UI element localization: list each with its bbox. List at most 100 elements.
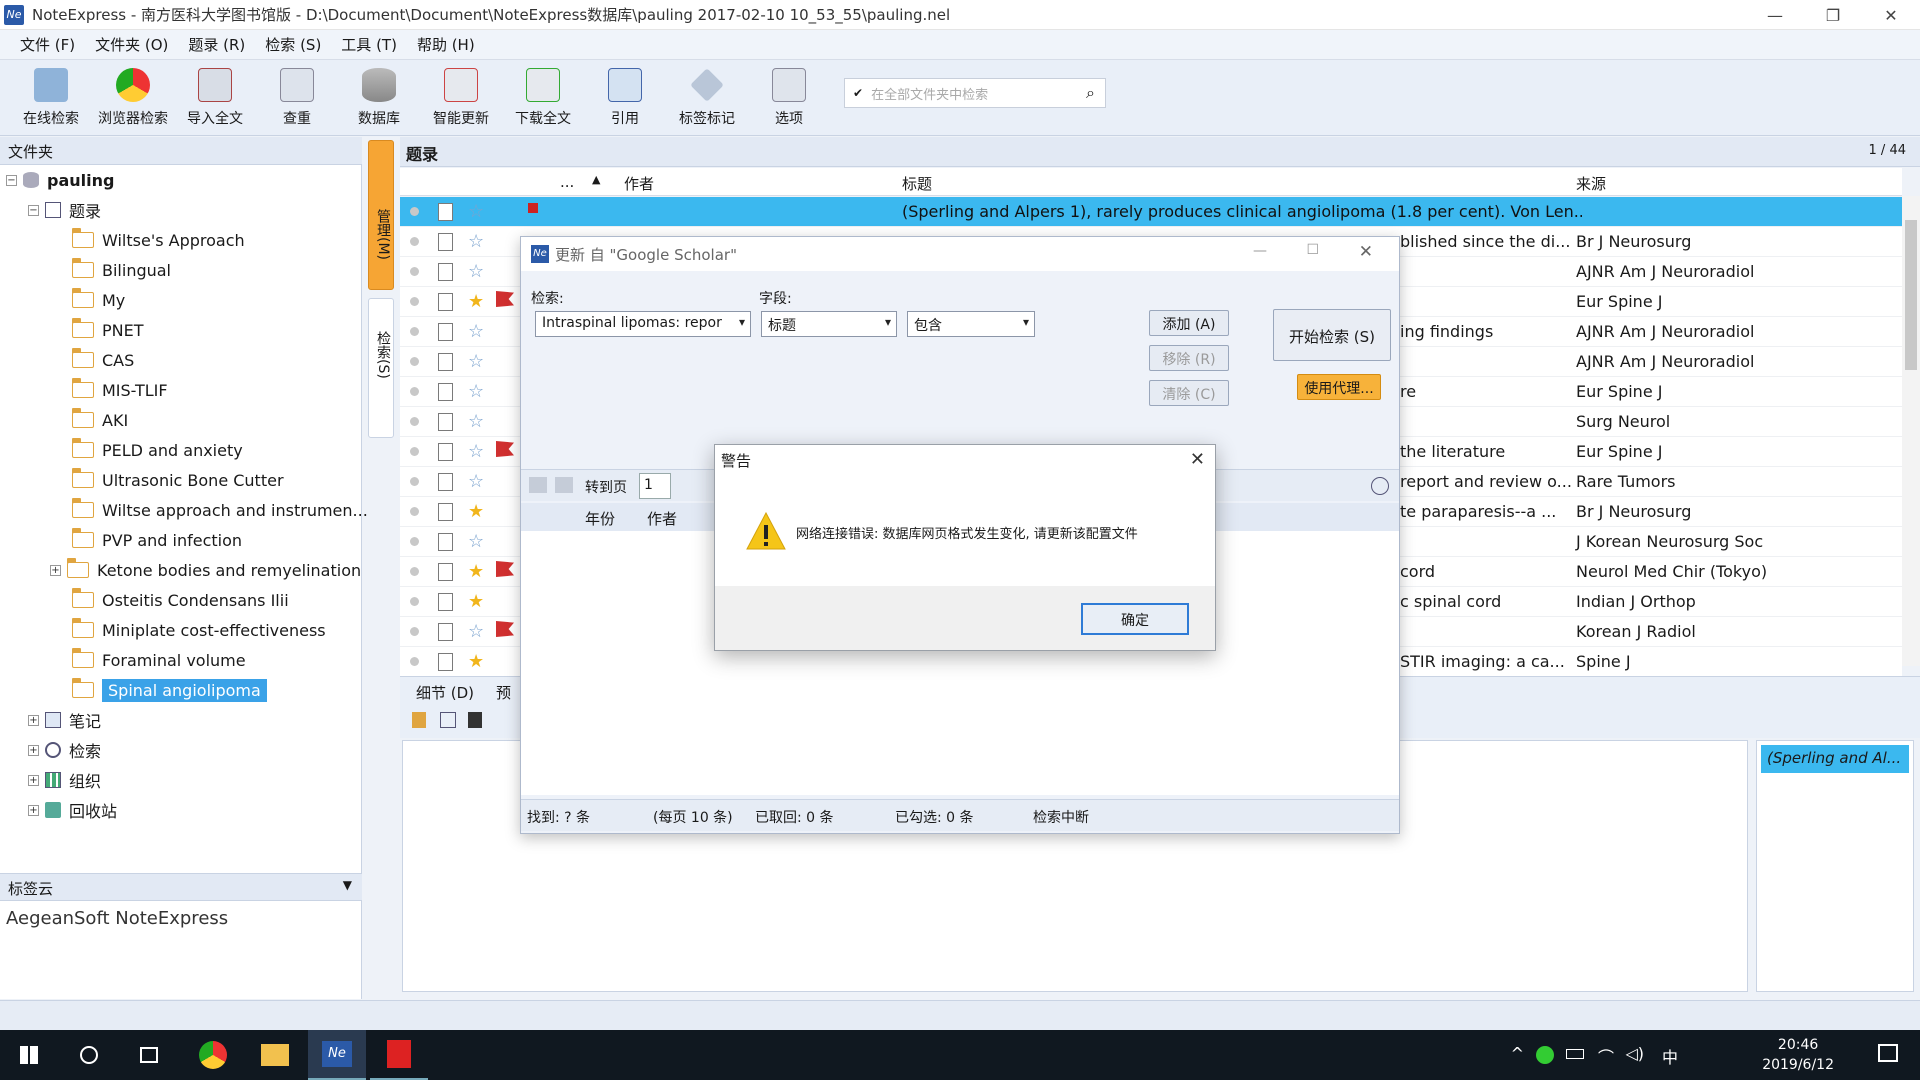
sort-asc-icon[interactable]: ▲ <box>592 173 600 186</box>
search-term-combo[interactable]: Intraspinal lipomas: repor <box>535 311 751 337</box>
pdf-taskbar-button[interactable] <box>370 1030 428 1080</box>
add-button[interactable]: 添加 (A) <box>1149 310 1229 336</box>
star-icon[interactable]: ☆ <box>468 351 484 372</box>
close-button[interactable]: ✕ <box>1862 0 1920 30</box>
start-button[interactable] <box>0 1030 58 1080</box>
star-icon[interactable]: ☆ <box>468 231 484 252</box>
menu-folder[interactable]: 文件夹 (O) <box>85 34 178 55</box>
explorer-taskbar-button[interactable] <box>246 1030 304 1080</box>
edit-icon[interactable] <box>440 712 456 728</box>
tree-folder[interactable]: Bilingual <box>72 256 171 284</box>
dedupe-button[interactable]: 查重 <box>256 60 338 134</box>
start-search-button[interactable]: 开始检索 (S) <box>1273 309 1391 361</box>
star-icon[interactable]: ☆ <box>468 261 484 282</box>
tag-cloud[interactable]: AegeanSoft NoteExpress <box>6 908 228 929</box>
menu-search[interactable]: 检索 (S) <box>255 34 331 55</box>
tree-folder[interactable]: My <box>72 286 125 314</box>
tree-folder[interactable]: Osteitis Condensans Ilii <box>72 586 289 614</box>
prev-page-icon[interactable] <box>529 477 547 493</box>
star-icon[interactable]: ★ <box>468 651 484 672</box>
table-row-selected[interactable]: ☆ (Sperling and Alpers 1), rarely produc… <box>400 197 1902 227</box>
tree-search-node[interactable]: + 检索 <box>28 736 101 764</box>
goto-page-input[interactable]: 1 <box>639 473 671 499</box>
star-icon[interactable]: ☆ <box>468 621 484 642</box>
book-icon[interactable] <box>468 712 482 728</box>
expand-icon[interactable]: + <box>28 744 39 756</box>
tag-mark-button[interactable]: 标签标记 <box>666 60 748 134</box>
tree-recycle-node[interactable]: + 回收站 <box>28 796 117 824</box>
tree-folder[interactable]: MIS-TLIF <box>72 376 168 404</box>
operator-combo[interactable]: 包含 <box>907 311 1035 337</box>
tab-preview[interactable]: 预 <box>496 682 511 703</box>
download-fulltext-button[interactable]: 下载全文 <box>502 60 584 134</box>
maximize-button[interactable]: ☐ <box>1306 242 1319 258</box>
expand-icon[interactable]: + <box>28 774 39 786</box>
tray-shield-icon[interactable] <box>1536 1046 1554 1064</box>
column-author[interactable]: 作者 <box>647 508 677 529</box>
search-icon[interactable]: ⌕ <box>1086 83 1095 103</box>
related-item[interactable]: (Sperling and Al... <box>1761 745 1909 773</box>
clear-button[interactable]: 清除 (C) <box>1149 380 1229 406</box>
task-view-button[interactable] <box>120 1030 178 1080</box>
tree-folder[interactable]: CAS <box>72 346 134 374</box>
star-icon[interactable]: ☆ <box>468 381 484 402</box>
options-button[interactable]: 选项 <box>748 60 830 134</box>
column-title[interactable]: 标题 <box>902 173 932 194</box>
chevron-down-icon[interactable]: ▼ <box>343 878 352 892</box>
scroll-thumb[interactable] <box>1905 220 1917 370</box>
tree-organize-node[interactable]: + 组织 <box>28 766 101 794</box>
star-icon[interactable]: ☆ <box>468 441 484 462</box>
field-combo[interactable]: 标题 <box>761 311 897 337</box>
import-fulltext-button[interactable]: 导入全文 <box>174 60 256 134</box>
collapse-icon[interactable]: − <box>28 204 39 216</box>
list-scrollbar[interactable] <box>1902 196 1920 666</box>
tree-folder[interactable]: Wiltse approach and instrumen... <box>72 496 368 524</box>
collapse-icon[interactable]: − <box>6 174 17 186</box>
tree-folder[interactable]: Wiltse's Approach <box>72 226 245 254</box>
column-year[interactable]: 年份 <box>585 508 615 529</box>
star-icon[interactable]: ☆ <box>468 411 484 432</box>
cortana-button[interactable] <box>60 1030 118 1080</box>
remove-button[interactable]: 移除 (R) <box>1149 345 1229 371</box>
tree-folder[interactable]: Miniplate cost-effectiveness <box>72 616 326 644</box>
user-settings-icon[interactable] <box>1371 477 1389 495</box>
notification-icon[interactable] <box>1878 1044 1898 1062</box>
lock-icon[interactable] <box>412 712 426 728</box>
star-icon[interactable]: ★ <box>468 501 484 522</box>
minimize-button[interactable]: — <box>1746 0 1804 30</box>
tree-folder-selected[interactable]: Spinal angiolipoma <box>72 676 267 704</box>
use-proxy-button[interactable]: 使用代理... <box>1297 374 1381 400</box>
column-source[interactable]: 来源 <box>1576 173 1606 194</box>
menu-tools[interactable]: 工具 (T) <box>331 34 407 55</box>
expand-icon[interactable]: + <box>50 564 61 576</box>
minimize-button[interactable]: — <box>1253 243 1267 259</box>
clock[interactable]: 20:46 2019/6/12 <box>1762 1035 1834 1075</box>
volume-icon[interactable]: ◁) <box>1625 1044 1644 1063</box>
menu-help[interactable]: 帮助 (H) <box>407 34 485 55</box>
tree-folder[interactable]: Foraminal volume <box>72 646 246 674</box>
star-icon[interactable]: ☆ <box>468 531 484 552</box>
ok-button[interactable]: 确定 <box>1081 603 1189 635</box>
tree-records-node[interactable]: − 题录 <box>28 196 101 224</box>
tree-folder[interactable]: PELD and anxiety <box>72 436 243 464</box>
tab-search[interactable]: 检索(S) <box>368 298 394 438</box>
smart-update-button[interactable]: 智能更新 <box>420 60 502 134</box>
cite-button[interactable]: 引用 <box>584 60 666 134</box>
wifi-icon[interactable]: ⌒ <box>1598 1044 1614 1068</box>
star-icon[interactable]: ★ <box>468 591 484 612</box>
menu-file[interactable]: 文件 (F) <box>10 34 85 55</box>
column-author[interactable]: 作者 <box>624 173 654 194</box>
tab-details[interactable]: 细节 (D) <box>416 682 474 703</box>
noteexpress-taskbar-button[interactable]: Ne <box>308 1030 366 1080</box>
star-icon[interactable]: ☆ <box>468 201 484 222</box>
chrome-taskbar-button[interactable] <box>184 1030 242 1080</box>
tree-db-node[interactable]: − pauling <box>6 166 114 194</box>
star-icon[interactable]: ★ <box>468 291 484 312</box>
tree-folder[interactable]: Ultrasonic Bone Cutter <box>72 466 284 494</box>
tree-folder[interactable]: PNET <box>72 316 144 344</box>
column-more[interactable]: ... <box>560 173 574 191</box>
next-page-icon[interactable] <box>555 477 573 493</box>
chevron-down-icon[interactable]: ✔ <box>853 86 863 100</box>
menu-records[interactable]: 题录 (R) <box>178 34 255 55</box>
online-search-button[interactable]: 在线检索 <box>10 60 92 134</box>
